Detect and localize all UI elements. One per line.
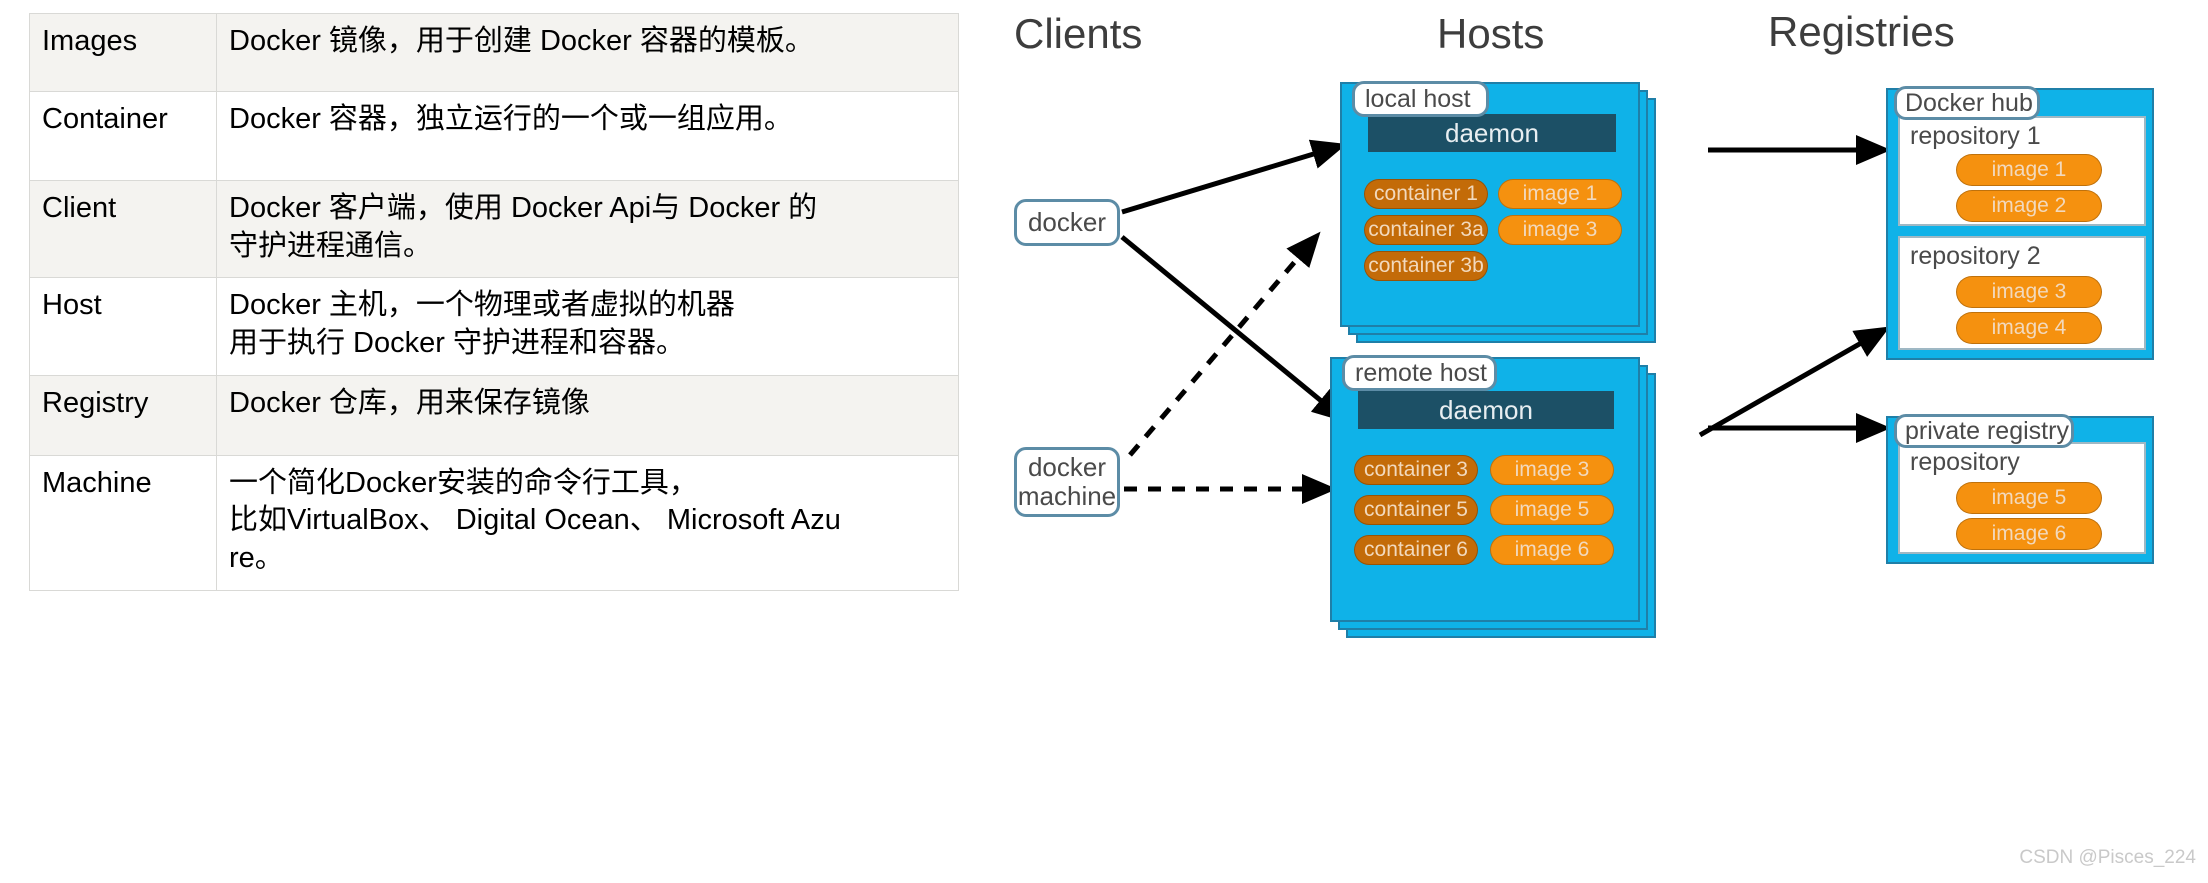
- image-pill: image 1: [1956, 154, 2102, 186]
- daemon-bar-remote: daemon: [1358, 391, 1614, 429]
- registry-docker-hub: repository 1 image 1 image 2 repository …: [1886, 88, 2154, 360]
- table-cell-desc: Docker 仓库，用来保存镜像: [216, 374, 959, 456]
- container-pill: container 3b: [1364, 251, 1488, 281]
- container-pill: container 3: [1354, 455, 1478, 485]
- table-cell-term: Images: [29, 13, 217, 92]
- daemon-label: daemon: [1439, 394, 1533, 425]
- image-pill: image 3: [1490, 455, 1614, 485]
- image-label: image 6: [1991, 522, 2067, 545]
- table-cell-term: Container: [29, 91, 217, 181]
- container-label: container 5: [1364, 498, 1468, 521]
- host-panel: daemon container 3 container 5 container…: [1330, 357, 1640, 622]
- container-label: container 6: [1364, 538, 1468, 561]
- image-label: image 4: [1991, 316, 2067, 339]
- image-label: image 1: [1522, 182, 1598, 205]
- table-cell-term: Host: [29, 277, 217, 376]
- column-title-clients: Clients: [1014, 10, 1143, 57]
- table-row: Client Docker 客户端，使用 Docker Api与 Docker …: [29, 179, 959, 279]
- registry-tab-private: private registry: [1894, 414, 2074, 448]
- image-pill: image 6: [1956, 518, 2102, 550]
- host-local-host: daemon container 1 container 3a containe…: [1340, 82, 1656, 343]
- repository-box: repository image 5 image 6: [1898, 442, 2146, 554]
- watermark: CSDN @Pisces_224: [2019, 847, 2196, 868]
- container-label: container 3a: [1368, 218, 1484, 241]
- image-label: image 3: [1514, 458, 1590, 481]
- image-pill: image 6: [1490, 535, 1614, 565]
- image-pill: image 1: [1498, 179, 1622, 209]
- image-pill: image 2: [1956, 190, 2102, 222]
- repository-label: repository: [1910, 448, 2020, 476]
- image-label: image 1: [1991, 158, 2067, 181]
- host-panel: daemon container 1 container 3a containe…: [1340, 82, 1640, 327]
- table-row: Images Docker 镜像，用于创建 Docker 容器的模板。: [29, 13, 959, 92]
- table-row: Container Docker 容器，独立运行的一个或一组应用。: [29, 91, 959, 181]
- column-title-hosts: Hosts: [1437, 10, 1545, 57]
- image-label: image 6: [1514, 538, 1590, 561]
- client-box-docker[interactable]: docker: [1014, 199, 1120, 246]
- host-tab-label: local host: [1365, 84, 1471, 113]
- daemon-bar-local: daemon: [1368, 114, 1616, 152]
- docker-glossary-table: Images Docker 镜像，用于创建 Docker 容器的模板。 Cont…: [29, 13, 959, 591]
- image-pill: image 5: [1490, 495, 1614, 525]
- table-cell-desc: Docker 镜像，用于创建 Docker 容器的模板。: [216, 13, 959, 92]
- host-tab-label: remote host: [1355, 358, 1488, 387]
- container-pill: container 6: [1354, 535, 1478, 565]
- image-pill: image 3: [1498, 215, 1622, 245]
- client-box-docker-machine[interactable]: docker machine: [1014, 447, 1120, 517]
- container-label: container 3: [1364, 458, 1468, 481]
- container-pill: container 1: [1364, 179, 1488, 209]
- daemon-label: daemon: [1445, 117, 1539, 148]
- container-pill: container 5: [1354, 495, 1478, 525]
- table-row: Machine 一个简化Docker安装的命令行工具， 比如VirtualBox…: [29, 454, 959, 591]
- image-label: image 5: [1514, 498, 1590, 521]
- client-label-docker-machine-line2: machine: [1017, 481, 1117, 511]
- repository-label: repository 1: [1910, 122, 2041, 150]
- table-row: Registry Docker 仓库，用来保存镜像: [29, 374, 959, 456]
- image-label: image 2: [1991, 194, 2067, 217]
- table-cell-desc: Docker 容器，独立运行的一个或一组应用。: [216, 91, 959, 181]
- image-pill: image 5: [1956, 482, 2102, 514]
- docker-architecture-diagram: Clients Hosts Registries docker docker m…: [1000, 0, 2208, 883]
- client-label-docker: docker: [1027, 206, 1107, 237]
- host-remote-host: daemon container 3 container 5 container…: [1330, 357, 1656, 638]
- table-cell-term: Client: [29, 179, 217, 279]
- image-label: image 3: [1991, 280, 2067, 303]
- container-pill: container 3a: [1364, 215, 1488, 245]
- repository-box: repository 1 image 1 image 2: [1898, 116, 2146, 226]
- table-cell-term: Machine: [29, 454, 217, 591]
- table-cell-desc: Docker 主机，一个物理或者虚拟的机器 用于执行 Docker 守护进程和容…: [216, 277, 959, 376]
- image-pill: image 4: [1956, 312, 2102, 344]
- repository-box: repository 2 image 3 image 4: [1898, 236, 2146, 350]
- column-title-registries: Registries: [1768, 8, 1955, 55]
- table-cell-term: Registry: [29, 374, 217, 456]
- registry-tab-label: private registry: [1905, 416, 2069, 445]
- table-cell-desc: Docker 客户端，使用 Docker Api与 Docker 的 守护进程通…: [216, 179, 959, 279]
- registry-tab-docker-hub: Docker hub: [1894, 86, 2040, 120]
- container-label: container 1: [1374, 182, 1478, 205]
- host-tab-remote-host: remote host: [1342, 355, 1497, 391]
- image-label: image 3: [1522, 218, 1598, 241]
- container-label: container 3b: [1368, 254, 1484, 277]
- image-label: image 5: [1991, 486, 2067, 509]
- repository-label: repository 2: [1910, 242, 2041, 270]
- registry-tab-label: Docker hub: [1905, 88, 2033, 117]
- client-label-docker-machine-line1: docker: [1027, 451, 1107, 482]
- image-pill: image 3: [1956, 276, 2102, 308]
- host-tab-local-host: local host: [1352, 81, 1489, 117]
- table-cell-desc: 一个简化Docker安装的命令行工具， 比如VirtualBox、 Digita…: [216, 454, 959, 591]
- table-row: Host Docker 主机，一个物理或者虚拟的机器 用于执行 Docker 守…: [29, 277, 959, 376]
